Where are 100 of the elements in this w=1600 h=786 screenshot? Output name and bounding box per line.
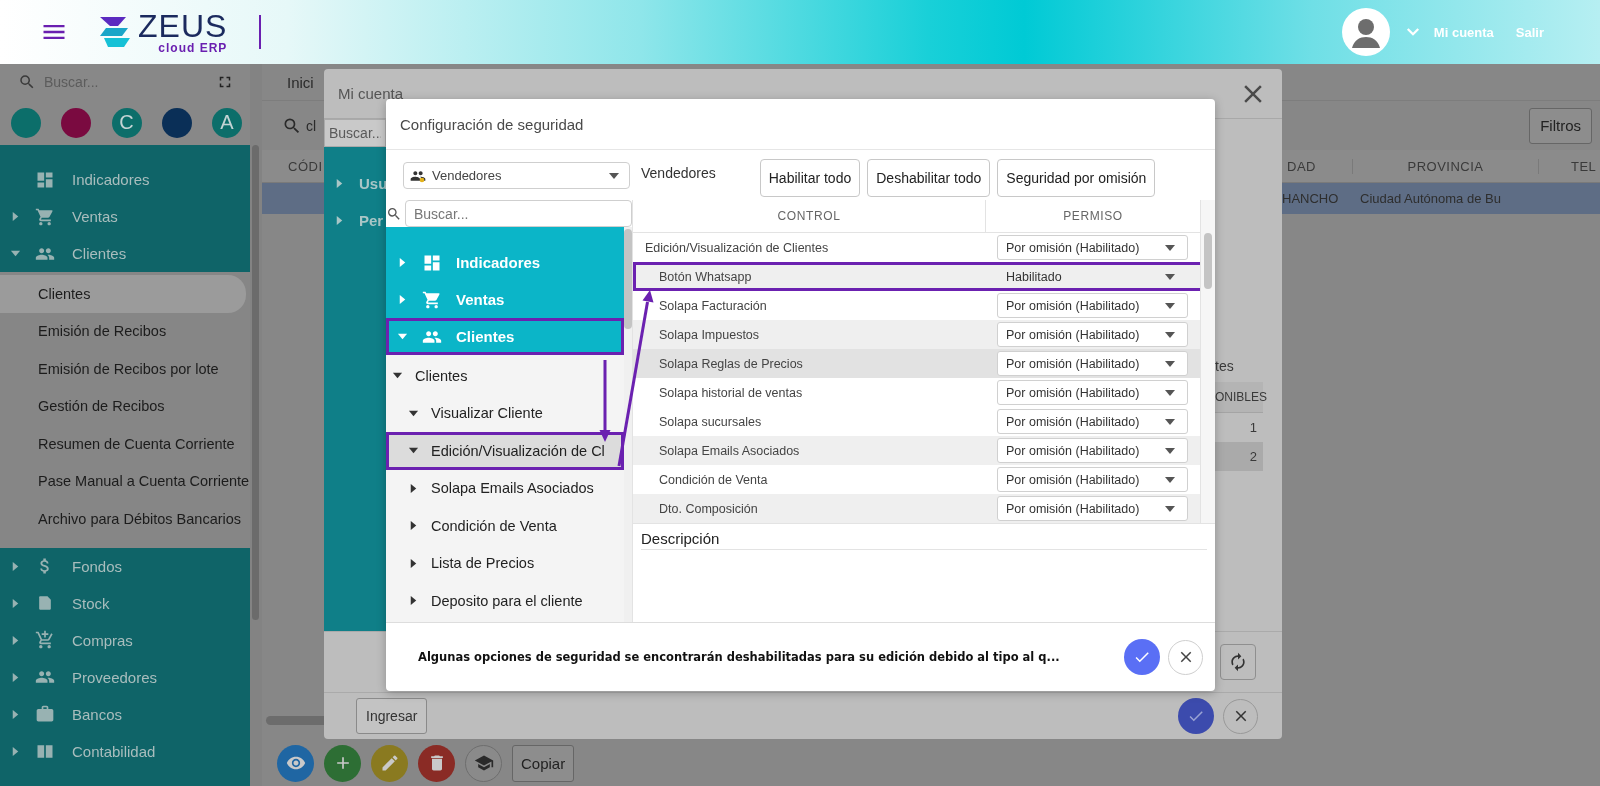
shortcut-circle[interactable]: C: [111, 107, 142, 138]
table-cell-text: Ciudad Autónoma de Bu: [1359, 191, 1502, 206]
caret-icon: [609, 172, 619, 179]
permission-select[interactable]: Por omisión (Habilitado): [997, 496, 1188, 521]
sidebar-item[interactable]: Fondos: [0, 547, 250, 585]
table-row[interactable]: 1: [1215, 413, 1263, 442]
table-cell-text: HANCHO: [1282, 191, 1340, 206]
table-row[interactable]: Edición/Visualización de Clientes Por omisión (Habilitado): [633, 233, 1200, 262]
tab[interactable]: Inici: [287, 73, 314, 91]
sidebar-item[interactable]: Proveedores: [0, 658, 250, 696]
sidebar-item[interactable]: Contabilidad: [0, 732, 250, 770]
cart-icon: [35, 206, 55, 227]
tree-item[interactable]: Condición de Venta: [386, 507, 624, 545]
action-button[interactable]: Deshabilitar todo: [867, 159, 991, 197]
scrollbar-thumb[interactable]: [252, 145, 259, 620]
role-select[interactable]: Vendedores: [403, 162, 630, 189]
close-button[interactable]: [1223, 698, 1258, 734]
table-cell-text: Solapa Reglas de Precios: [658, 356, 804, 371]
caret-icon: [1165, 418, 1175, 425]
search-field[interactable]: cl: [306, 117, 317, 134]
permission-select[interactable]: Por omisión (Habilitado): [997, 322, 1188, 347]
search-icon: [18, 73, 36, 91]
delete-button[interactable]: [418, 744, 455, 782]
description-label: Descripción: [641, 530, 1207, 550]
caret-icon: [1165, 244, 1175, 251]
search-field[interactable]: Buscar...: [405, 200, 632, 227]
table-row[interactable]: Solapa Emails Asociados Por omisión (Habilitado): [633, 436, 1200, 465]
shortcut-circle[interactable]: [161, 107, 192, 138]
table-cell-text: Solapa Facturación: [658, 298, 768, 313]
shortcut-circle[interactable]: A: [212, 107, 242, 138]
confirm-button[interactable]: [1124, 639, 1160, 675]
avatar-icon[interactable]: [1341, 8, 1390, 56]
sidebar-item[interactable]: Clientes: [0, 235, 250, 272]
tree-item[interactable]: Deposito para el cliente: [386, 582, 624, 620]
scrollbar-thumb[interactable]: [624, 229, 632, 329]
dialog-title: Mi cuenta: [338, 85, 405, 102]
logo-tagline: cloud ERP: [158, 42, 228, 54]
permission-select[interactable]: Por omisión (Habilitado): [997, 467, 1188, 492]
permission-select[interactable]: Por omisión (Habilitado): [997, 438, 1188, 463]
table-cell-text: Solapa historial de ventas: [658, 385, 804, 400]
edit-button[interactable]: [371, 744, 408, 782]
sidebar-subitem[interactable]: Resumen de Cuenta Corriente: [0, 425, 246, 463]
tree-item[interactable]: Edición/Visualización de Cl: [386, 432, 624, 470]
sidebar-item[interactable]: Ventas: [0, 198, 250, 235]
shortcut-circle[interactable]: [61, 107, 92, 138]
table-row[interactable]: Solapa Facturación Por omisión (Habilitado): [633, 291, 1200, 320]
sidebar-item[interactable]: Bancos: [0, 695, 250, 733]
role-label: Vendedores: [641, 165, 716, 181]
cart-icon: [422, 289, 442, 310]
column-header: ONIBLES: [1215, 390, 1268, 404]
sidebar-subitem[interactable]: Emisión de Recibos por lote: [0, 350, 246, 388]
table-cell-text: Solapa Impuestos: [658, 327, 761, 342]
table-cell-text: Solapa sucursales: [658, 414, 763, 429]
caret-icon: [1165, 273, 1175, 280]
eye-button[interactable]: [277, 744, 314, 782]
table-cell-text: Solapa Emails Asociados: [658, 443, 801, 458]
table-cell-text: Dto. Composición: [658, 501, 759, 516]
sidebar-subitem[interactable]: Emisión de Recibos: [0, 312, 246, 350]
sidebar-subitem[interactable]: Gestión de Recibos: [0, 387, 246, 425]
column-header: CÓDI: [287, 158, 323, 174]
permission-select[interactable]: Habilitado: [997, 264, 1188, 289]
sidebar-subitem[interactable]: Clientes: [0, 275, 246, 313]
permission-select[interactable]: Por omisión (Habilitado): [997, 235, 1188, 260]
permission-select[interactable]: Por omisión (Habilitado): [997, 380, 1188, 405]
filters-button[interactable]: Filtros: [1529, 107, 1592, 144]
tree-item[interactable]: Solapa Emails Asociados: [386, 469, 624, 507]
tree-item[interactable]: Clientes: [386, 357, 624, 395]
sidebar-subitem[interactable]: Archivo para Débitos Bancarios: [0, 500, 246, 538]
table-row[interactable]: Condición de Venta Por omisión (Habilitado): [633, 465, 1200, 494]
permission-select[interactable]: Por omisión (Habilitado): [997, 409, 1188, 434]
copy-button[interactable]: Copiar: [512, 744, 575, 782]
caret-icon: [1165, 505, 1175, 512]
refresh-button[interactable]: [1220, 644, 1256, 680]
column-header: CONTROL: [633, 199, 986, 233]
scrollbar-thumb[interactable]: [1204, 233, 1212, 289]
table-row[interactable]: Solapa Reglas de Precios Por omisión (Habilitado): [633, 349, 1200, 378]
table-row[interactable]: Solapa sucursales Por omisión (Habilitado): [633, 407, 1200, 436]
section-label: tes: [1215, 358, 1235, 376]
permission-select[interactable]: Por omisión (Habilitado): [997, 293, 1188, 318]
permission-select[interactable]: Por omisión (Habilitado): [997, 351, 1188, 376]
sidebar-item[interactable]: Indicadores: [0, 161, 250, 198]
table-row[interactable]: Solapa historial de ventas Por omisión (Habilitado): [633, 378, 1200, 407]
table-row[interactable]: Solapa Impuestos Por omisión (Habilitado): [633, 320, 1200, 349]
add-button[interactable]: [324, 744, 361, 782]
tree-item[interactable]: Visualizar Cliente: [386, 394, 624, 432]
table-row[interactable]: 2: [1215, 442, 1263, 471]
sidebar-item[interactable]: Stock: [0, 584, 250, 622]
confirm-button[interactable]: [1178, 698, 1214, 734]
graduation-cap-button[interactable]: [465, 744, 502, 782]
tree-item[interactable]: Lista de Precios: [386, 544, 624, 582]
close-button[interactable]: [1168, 639, 1203, 675]
search-icon: [386, 205, 402, 222]
briefcase-icon: [35, 704, 55, 724]
column-header: TEL: [1570, 158, 1598, 174]
caret-icon: [1165, 389, 1175, 396]
submit-button[interactable]: Ingresar: [356, 698, 428, 734]
sidebar-item[interactable]: Compras: [0, 621, 250, 659]
action-button[interactable]: Habilitar todo: [759, 159, 861, 197]
table-row[interactable]: Dto. Composición Por omisión (Habilitado): [633, 494, 1200, 523]
action-button[interactable]: Seguridad por omisión: [997, 159, 1156, 197]
